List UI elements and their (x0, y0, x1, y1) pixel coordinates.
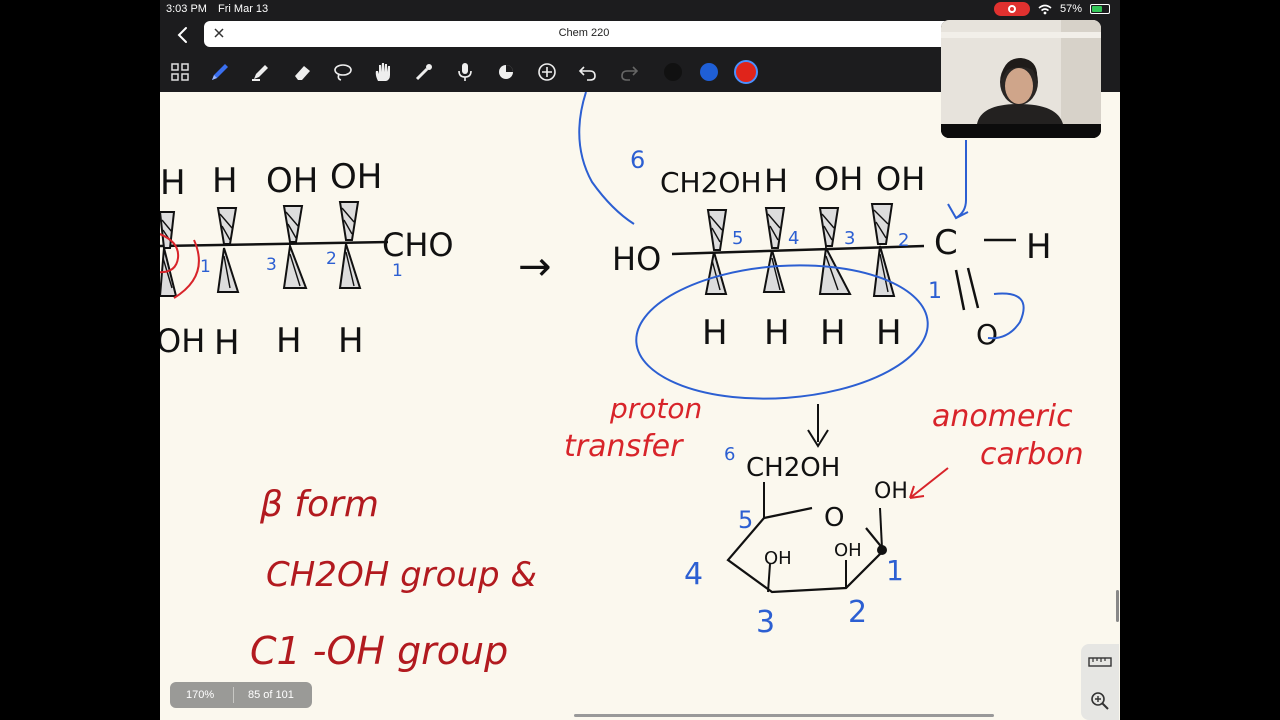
left-number-3: 1 (392, 261, 403, 281)
left-cho-label: CHO (382, 226, 454, 264)
battery-percent: 57% (1059, 3, 1082, 15)
right-top-ch2oh: CH2OH (660, 166, 762, 199)
highlighter-icon[interactable] (249, 60, 273, 84)
horizontal-scrollbar[interactable] (574, 714, 994, 717)
left-bottom-label-1: H (214, 323, 240, 363)
carbonyl-h: H (1026, 227, 1052, 267)
left-top-label-0: H (160, 163, 186, 203)
left-bottom-label-2: H (276, 321, 302, 361)
zoom-magnifier-icon[interactable] (1089, 690, 1111, 712)
left-fischer-chain: H H OH OH OH H H H CHO 1 3 2 1 (160, 157, 454, 363)
right-number-3: 3 (844, 228, 855, 249)
carbonyl-o: O (976, 318, 998, 351)
status-date: Fri Mar 13 (218, 3, 269, 15)
document-title: Chem 220 (558, 27, 610, 39)
battery-icon (1090, 4, 1110, 14)
right-bottom-label-1: H (764, 313, 790, 353)
redo-icon[interactable] (617, 60, 641, 84)
carbon-label: carbon (980, 437, 1084, 472)
reaction-arrow: → (518, 244, 552, 290)
add-icon[interactable] (535, 60, 559, 84)
right-fischer-chain: HO CH2OH H OH OH H H H H C H O 6 5 4 3 2… (612, 146, 1052, 400)
zoom-level: 170% (186, 689, 215, 701)
right-bottom-label-3: H (876, 313, 902, 353)
transfer-label: transfer (564, 429, 684, 464)
side-tools (1081, 644, 1119, 720)
ring-number-4: 4 (684, 557, 703, 592)
presenter-video (941, 20, 1101, 138)
pen-icon[interactable] (208, 60, 232, 84)
wifi-icon (1038, 4, 1052, 14)
ring-number-3: 3 (756, 605, 775, 640)
ring-oxygen: O (824, 503, 844, 533)
pages-icon[interactable] (168, 60, 192, 84)
carbonyl-c: C (934, 223, 958, 263)
ring-number-1: 1 (886, 554, 904, 587)
handwriting-layer: H H OH OH OH H H H CHO 1 3 2 1 → HO CH2O… (160, 92, 1084, 673)
c1-oh-group-label: C1 -OH group (250, 629, 508, 673)
page-indicator: 85 of 101 (248, 689, 294, 701)
left-top-label-1: H (212, 161, 238, 201)
notes-app: 3:03 PM Fri Mar 13 57% Chem 220 H H OH O… (160, 0, 1120, 720)
right-top-label-3: OH (876, 160, 925, 198)
right-number-1: 1 (928, 279, 942, 304)
color-swatch-red[interactable] (734, 60, 758, 84)
ho-label: HO (612, 240, 661, 278)
right-number-2: 2 (898, 230, 909, 251)
left-number-0: 1 (200, 257, 211, 277)
left-bottom-label-0: OH (160, 322, 205, 360)
undo-icon[interactable] (576, 60, 600, 84)
microphone-icon[interactable] (453, 60, 477, 84)
ring-number-6: 6 (724, 444, 735, 465)
webcam-overlay[interactable] (941, 20, 1101, 138)
right-number-5: 5 (732, 228, 743, 249)
document-title-field[interactable]: Chem 220 (204, 21, 964, 47)
hand-icon[interactable] (371, 60, 395, 84)
left-number-1: 3 (266, 255, 277, 275)
left-top-label-3: OH (330, 157, 382, 197)
right-number-4: 4 (788, 228, 799, 249)
left-bottom-label-3: H (338, 321, 364, 361)
back-icon[interactable] (172, 24, 194, 46)
ring-c2-oh: OH (834, 540, 862, 561)
ring-number-2: 2 (848, 595, 867, 630)
laser-pointer-icon[interactable] (412, 60, 436, 84)
anomeric-label: anomeric (932, 399, 1073, 434)
ring-c3-oh: OH (764, 548, 792, 569)
status-bar: 3:03 PM Fri Mar 13 57% (160, 0, 1120, 18)
color-swatch-blue[interactable] (700, 63, 718, 81)
right-top-label-1: H (764, 162, 788, 200)
beta-form-label: β form (259, 484, 379, 525)
ring-number-5: 5 (738, 506, 753, 534)
color-swatch-black[interactable] (664, 63, 682, 81)
status-time: 3:03 PM (166, 3, 207, 15)
ring-ch2oh: CH2OH (746, 453, 840, 483)
shape-icon[interactable] (494, 60, 518, 84)
ruler-icon[interactable] (1088, 656, 1112, 668)
ch2oh-group-label: CH2OH group & (266, 555, 537, 595)
ring-c1-oh: OH (874, 479, 908, 504)
eraser-icon[interactable] (290, 60, 314, 84)
right-number-6: 6 (630, 146, 645, 174)
left-number-2: 2 (326, 249, 337, 269)
proton-label: proton (609, 392, 702, 425)
zoom-page-indicator[interactable]: 170% 85 of 101 (170, 682, 312, 708)
right-bottom-label-0: H (702, 313, 728, 353)
right-top-label-2: OH (814, 160, 863, 198)
lasso-icon[interactable] (331, 60, 355, 84)
vertical-scrollbar[interactable] (1116, 590, 1119, 622)
right-bottom-label-2: H (820, 313, 846, 353)
screen-recording-icon[interactable] (993, 2, 1030, 16)
divider (233, 687, 234, 703)
pyranose-ring: CH2OH OH O OH OH 6 5 4 3 2 1 (684, 444, 908, 640)
note-canvas[interactable]: H H OH OH OH H H H CHO 1 3 2 1 → HO CH2O… (160, 92, 1120, 720)
left-top-label-2: OH (266, 161, 318, 201)
